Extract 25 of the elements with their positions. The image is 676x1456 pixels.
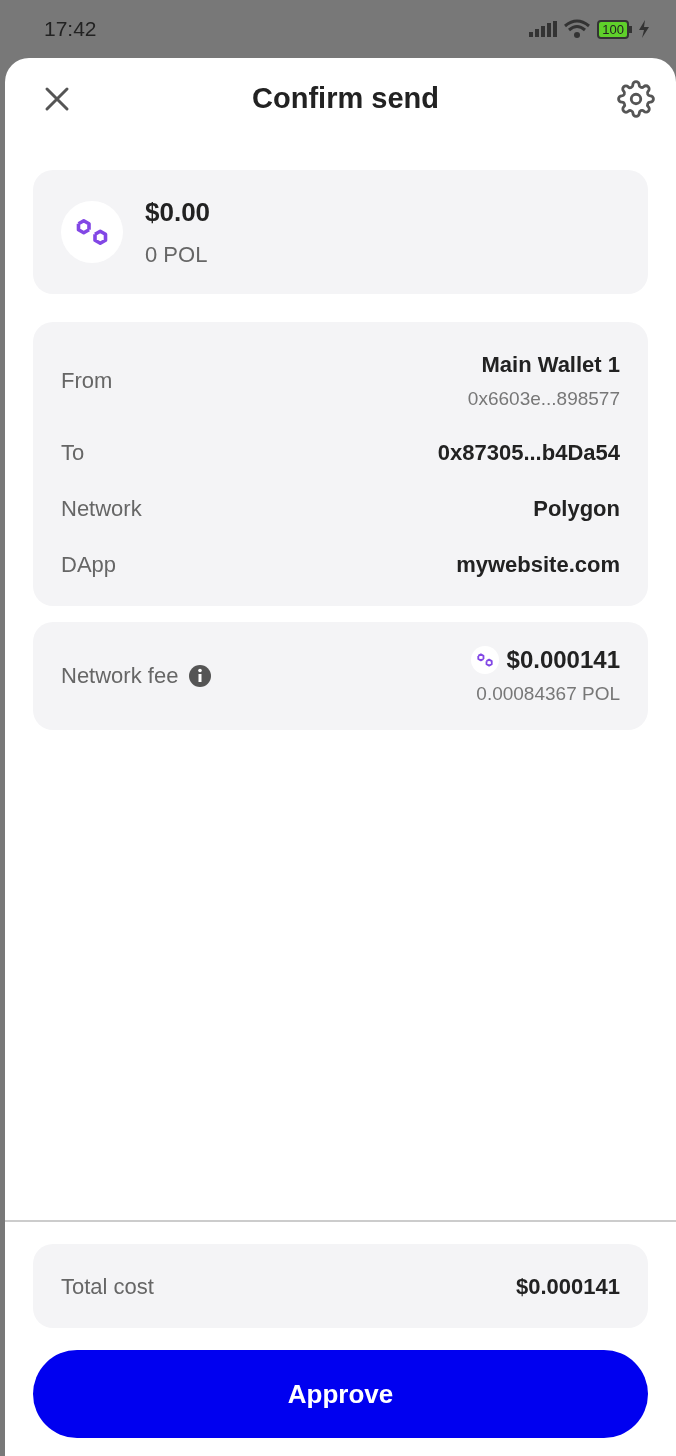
wallet-address: 0x6603e...898577	[467, 387, 620, 411]
settings-button[interactable]	[616, 79, 656, 119]
detail-value: mywebsite.com	[456, 551, 620, 579]
fee-token: 0.00084367 POL	[476, 682, 620, 707]
amount-usd: $0.00	[145, 196, 211, 229]
info-icon[interactable]	[188, 663, 213, 688]
detail-label: From	[61, 367, 113, 396]
total-value: $0.000141	[516, 1272, 620, 1301]
screen-title: Confirm send	[252, 81, 439, 117]
amount-token: 0 POL	[145, 241, 209, 269]
charging-icon	[638, 20, 650, 38]
status-time: 17:42	[44, 16, 97, 43]
detail-value: Polygon	[533, 495, 620, 523]
detail-label: Network	[61, 495, 142, 523]
battery-indicator: 100	[597, 19, 632, 39]
wifi-icon	[563, 18, 592, 40]
detail-value: Main Wallet 1	[481, 351, 620, 379]
signal-icon	[529, 21, 558, 37]
detail-value: 0x87305...b4Da54	[437, 439, 620, 467]
fee-label: Network fee	[61, 662, 179, 690]
total-label: Total cost	[61, 1272, 154, 1301]
detail-label: DApp	[61, 551, 117, 579]
detail-label: To	[61, 439, 85, 467]
approve-button[interactable]: Approve	[33, 1350, 648, 1438]
fee-usd: $0.000141	[506, 645, 620, 676]
